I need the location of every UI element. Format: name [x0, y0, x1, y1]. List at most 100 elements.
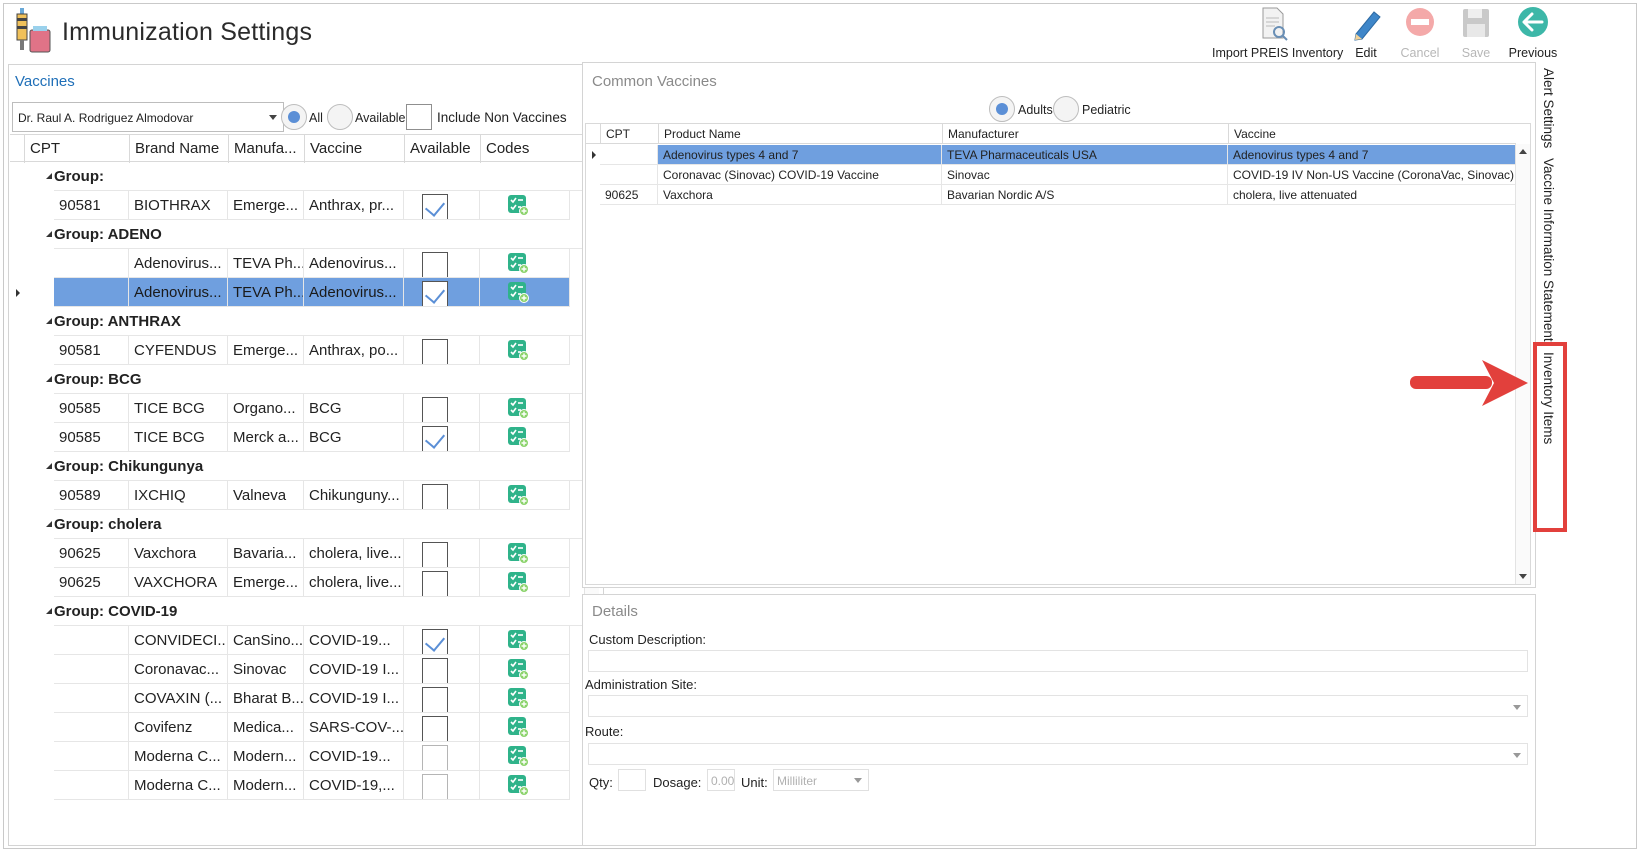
group-row[interactable]: Group: ANTHRAX — [10, 307, 582, 336]
available-checkbox[interactable] — [422, 571, 448, 596]
cpt-cell[interactable]: 90585 — [54, 423, 129, 452]
tab-alert-settings[interactable]: Alert Settings — [1541, 68, 1556, 148]
common-cpt-cell[interactable]: 90625 — [600, 185, 658, 205]
include-non-vaccines-checkbox[interactable]: Include Non Vaccines — [406, 102, 567, 132]
group-row[interactable]: Group: BCG — [10, 365, 582, 394]
brand-cell[interactable]: Moderna C... — [129, 771, 228, 800]
route-select[interactable] — [588, 743, 1528, 765]
manufacturer-cell[interactable]: Sinovac — [228, 655, 304, 684]
tab-vaccine-information-statement[interactable]: Vaccine Information Statement — [1541, 158, 1556, 342]
codes-checklist-icon[interactable] — [507, 252, 529, 274]
col-header-cpt[interactable]: CPT — [24, 135, 129, 163]
table-row[interactable]: Coronavac (Sinovac) COVID-19 Vaccine Sino… — [586, 165, 1516, 185]
filter-all-radio[interactable]: All — [281, 102, 327, 132]
cpt-cell[interactable] — [54, 249, 129, 278]
scroll-up-icon[interactable] — [1519, 149, 1527, 154]
manufacturer-cell[interactable]: Bavaria... — [228, 539, 304, 568]
vaccine-cell[interactable]: COVID-19,... — [304, 771, 404, 800]
table-row[interactable]: Moderna C... Modern... COVID-19,... — [10, 771, 582, 800]
available-checkbox[interactable] — [422, 658, 448, 683]
collapse-triangle-icon[interactable] — [46, 521, 52, 527]
qty-input[interactable] — [618, 769, 646, 791]
available-checkbox[interactable] — [422, 774, 448, 799]
available-checkbox[interactable] — [422, 716, 448, 741]
group-row[interactable]: Group: COVID-19 — [10, 597, 582, 626]
manufacturer-cell[interactable]: Emerge... — [228, 336, 304, 365]
available-checkbox[interactable] — [422, 484, 448, 509]
table-row[interactable]: COVAXIN (... Bharat B... COVID-19 I... — [10, 684, 582, 713]
manufacturer-cell[interactable]: CanSino... — [228, 626, 304, 655]
collapse-triangle-icon[interactable] — [46, 608, 52, 614]
codes-checklist-icon[interactable] — [507, 658, 529, 680]
codes-checklist-icon[interactable] — [507, 687, 529, 709]
available-checkbox[interactable] — [422, 339, 448, 364]
vaccine-cell[interactable]: COVID-19... — [304, 626, 404, 655]
cpt-cell[interactable]: 90625 — [54, 539, 129, 568]
table-row[interactable]: Adenovirus... TEVA Ph... Adenovirus... — [10, 249, 582, 278]
save-button[interactable]: Save — [1456, 6, 1496, 62]
vaccine-cell[interactable]: cholera, live... — [304, 539, 404, 568]
cpt-cell[interactable]: 90581 — [54, 191, 129, 220]
scroll-down-icon[interactable] — [1519, 574, 1527, 579]
manufacturer-cell[interactable]: Merck a... — [228, 423, 304, 452]
available-checkbox[interactable] — [422, 629, 448, 654]
cpt-cell[interactable] — [54, 771, 129, 800]
table-row[interactable]: 90625 Vaxchora Bavarian Nordic A/S cholera,… — [586, 185, 1516, 205]
table-row[interactable]: 90589 IXCHIQ Valneva Chikunguny... — [10, 481, 582, 510]
cpt-cell[interactable] — [54, 278, 129, 307]
manufacturer-cell[interactable]: TEVA Ph... — [228, 249, 304, 278]
vaccine-cell[interactable]: Chikunguny... — [304, 481, 404, 510]
col-header-brand[interactable]: Brand Name — [129, 135, 228, 163]
cancel-button[interactable]: Cancel — [1398, 6, 1442, 62]
vaccine-cell[interactable]: BCG — [304, 394, 404, 423]
codes-checklist-icon[interactable] — [507, 194, 529, 216]
vaccine-cell[interactable]: cholera, live... — [304, 568, 404, 597]
collapse-triangle-icon[interactable] — [46, 463, 52, 469]
table-row[interactable]: 90585 TICE BCG Organo... BCG — [10, 394, 582, 423]
cpt-cell[interactable] — [54, 684, 129, 713]
table-row[interactable]: Coronavac... Sinovac COVID-19 I... — [10, 655, 582, 684]
vaccine-cell[interactable]: SARS-COV-... — [304, 713, 404, 742]
table-row[interactable]: 90581 CYFENDUS Emerge... Anthrax, po... — [10, 336, 582, 365]
vaccine-cell[interactable]: Adenovirus... — [304, 249, 404, 278]
table-row[interactable]: Moderna C... Modern... COVID-19... — [10, 742, 582, 771]
brand-cell[interactable]: IXCHIQ — [129, 481, 228, 510]
table-row[interactable]: Adenovirus... TEVA Ph... Adenovirus... — [10, 278, 582, 307]
vaccine-cell[interactable]: BCG — [304, 423, 404, 452]
available-checkbox[interactable] — [422, 252, 448, 277]
codes-checklist-icon[interactable] — [507, 716, 529, 738]
common-vaccine-cell[interactable]: COVID-19 IV Non-US Vaccine (CoronaVac, S… — [1228, 165, 1516, 185]
vaccine-cell[interactable]: COVID-19... — [304, 742, 404, 771]
brand-cell[interactable]: Coronavac... — [129, 655, 228, 684]
filter-pediatric-radio[interactable]: Pediatric — [1053, 94, 1143, 124]
brand-cell[interactable]: CYFENDUS — [129, 336, 228, 365]
available-checkbox[interactable] — [422, 281, 448, 306]
brand-cell[interactable]: CONVIDECI... — [129, 626, 228, 655]
manufacturer-cell[interactable]: Emerge... — [228, 568, 304, 597]
codes-checklist-icon[interactable] — [507, 484, 529, 506]
available-checkbox[interactable] — [422, 542, 448, 567]
manufacturer-cell[interactable]: Emerge... — [228, 191, 304, 220]
import-preis-button[interactable]: Import PREIS Inventory — [1212, 6, 1343, 62]
common-col-header-cpt[interactable]: CPT — [600, 124, 658, 144]
filter-adults-radio[interactable]: Adults — [989, 94, 1059, 124]
codes-checklist-icon[interactable] — [507, 339, 529, 361]
table-row[interactable]: 90625 VAXCHORA Emerge... cholera, live... — [10, 568, 582, 597]
edit-button[interactable]: Edit — [1346, 6, 1386, 62]
manufacturer-cell[interactable]: Medica... — [228, 713, 304, 742]
manufacturer-cell[interactable]: Bharat B... — [228, 684, 304, 713]
col-header-manufacturer[interactable]: Manufa... — [228, 135, 304, 163]
codes-checklist-icon[interactable] — [507, 397, 529, 419]
manufacturer-cell[interactable]: Valneva — [228, 481, 304, 510]
col-header-codes[interactable]: Codes — [480, 135, 582, 163]
manufacturer-cell[interactable]: Modern... — [228, 742, 304, 771]
common-product-cell[interactable]: Coronavac (Sinovac) COVID-19 Vaccine — [658, 165, 942, 185]
table-row[interactable]: Adenovirus types 4 and 7 TEVA Pharmaceuti… — [586, 145, 1516, 165]
cpt-cell[interactable]: 90585 — [54, 394, 129, 423]
common-cpt-cell[interactable] — [600, 145, 658, 165]
codes-checklist-icon[interactable] — [507, 426, 529, 448]
group-row[interactable]: Group: cholera — [10, 510, 582, 539]
vaccine-cell[interactable]: Anthrax, pr... — [304, 191, 404, 220]
collapse-triangle-icon[interactable] — [46, 231, 52, 237]
brand-cell[interactable]: Vaxchora — [129, 539, 228, 568]
